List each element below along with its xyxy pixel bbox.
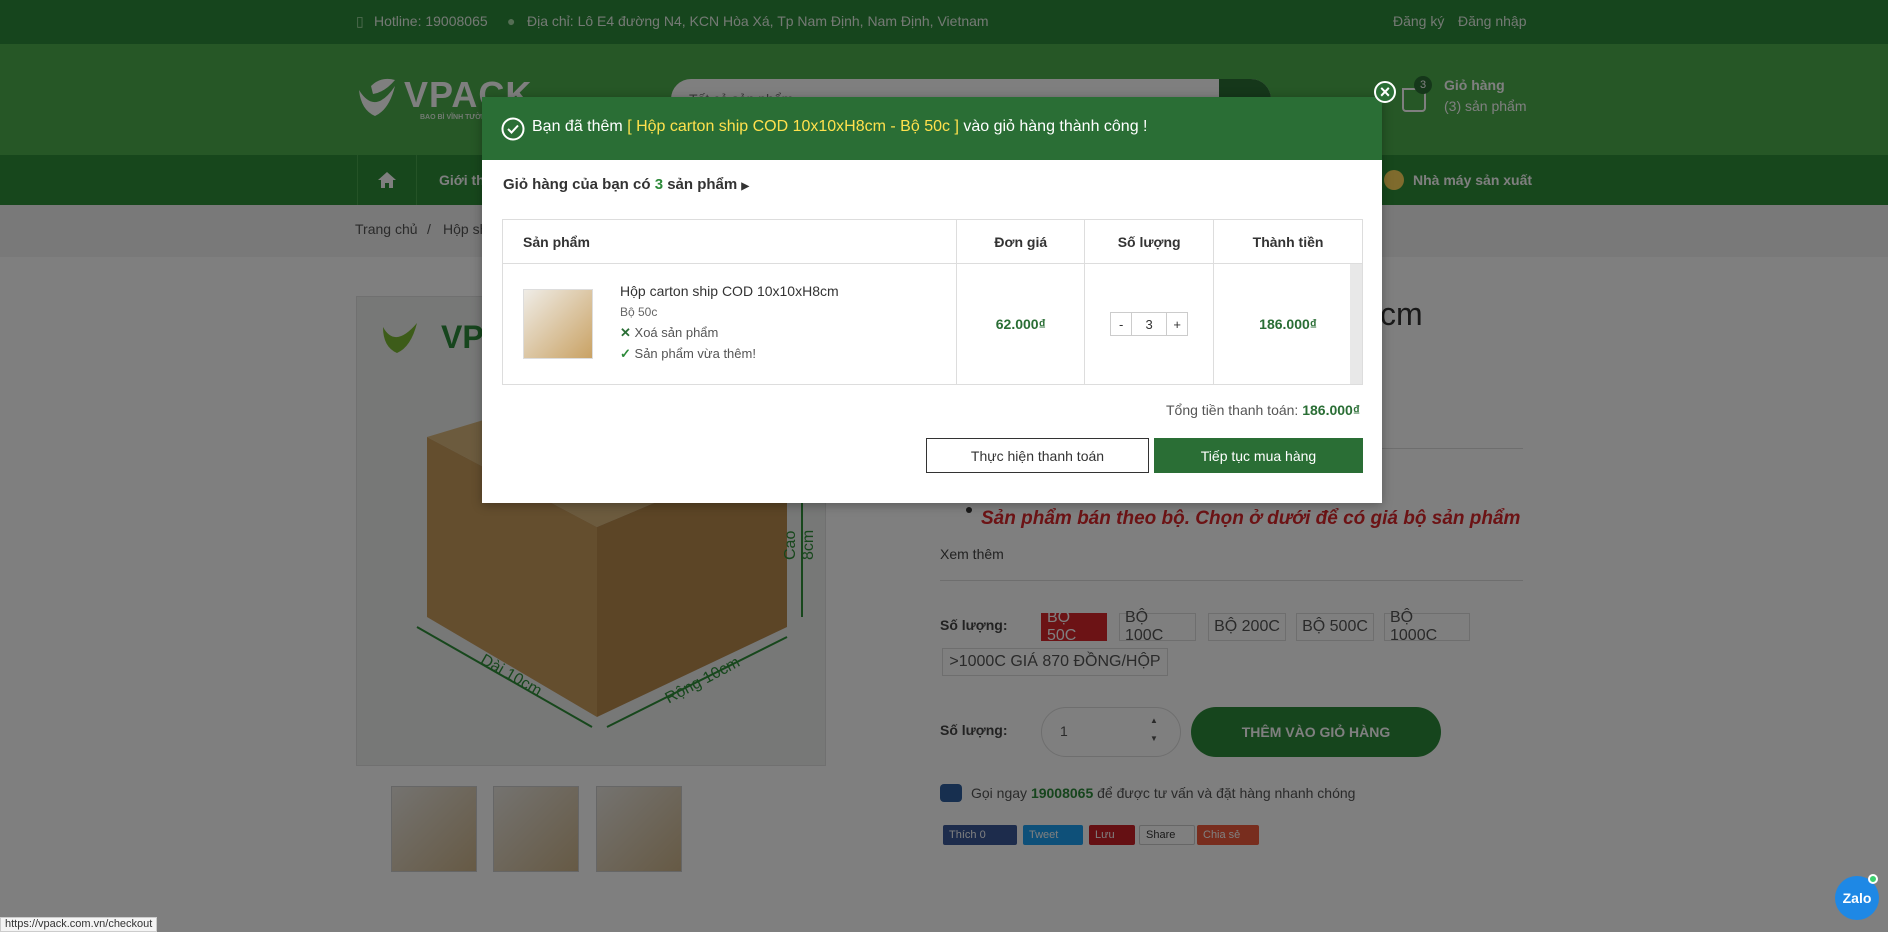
added-product-name: [ Hộp carton ship COD 10x10xH8cm - Bộ 50… [627, 118, 959, 135]
quantity-cell: - 3 + [1084, 263, 1215, 385]
check-circle-icon [501, 117, 525, 141]
added-suffix: vào giỏ hàng thành công ! [963, 118, 1148, 135]
total-row: Tổng tiền thanh toán: 186.000₫ [1166, 402, 1360, 418]
remove-item-link[interactable]: ✕ Xoá sản phẩm [620, 325, 718, 341]
status-url: https://vpack.com.vn/checkout [0, 917, 158, 932]
cart-item-name[interactable]: Hộp carton ship COD 10x10xH8cm [620, 283, 839, 299]
just-added-note: ✓ Sản phẩm vừa thêm! [620, 346, 756, 362]
table-row: Hộp carton ship COD 10x10xH8cm Bộ 50c ✕ … [501, 263, 1363, 385]
continue-shopping-button[interactable]: Tiếp tục mua hàng [1154, 438, 1363, 473]
modal-message: Bạn đã thêm [ Hộp carton ship COD 10x10x… [532, 118, 1148, 136]
cart-table: Sản phẩm Đơn giá Số lượng Thành tiền Hộp… [501, 219, 1363, 385]
modal-close-button[interactable]: × [1374, 81, 1396, 103]
remove-icon: ✕ [620, 325, 631, 340]
total-label: Tổng tiền thanh toán: [1166, 402, 1299, 418]
add-to-cart-modal: Bạn đã thêm [ Hộp carton ship COD 10x10x… [482, 97, 1382, 503]
modal-header: Bạn đã thêm [ Hộp carton ship COD 10x10x… [482, 97, 1382, 160]
online-dot-icon [1868, 874, 1878, 884]
col-unit-price: Đơn giá [956, 219, 1086, 264]
cart-summary[interactable]: Giỏ hàng của bạn có 3 sản phẩm ▶ [503, 176, 749, 193]
just-added-label: Sản phẩm vừa thêm! [634, 346, 756, 361]
qty-value[interactable]: 3 [1132, 312, 1167, 336]
added-prefix: Bạn đã thêm [532, 118, 623, 135]
col-product: Sản phẩm [501, 219, 958, 264]
caret-right-icon: ▶ [741, 181, 750, 192]
col-line-total: Thành tiền [1213, 219, 1363, 264]
checkout-button[interactable]: Thực hiện thanh toán [926, 438, 1149, 473]
check-icon: ✓ [620, 346, 631, 361]
product-cell: Hộp carton ship COD 10x10xH8cm Bộ 50c ✕ … [501, 263, 958, 385]
cart-summary-count: 3 [654, 176, 664, 193]
cart-quantity-stepper: - 3 + [1110, 312, 1189, 336]
line-total-value: 186.000₫ [1259, 316, 1317, 332]
line-total: 186.000₫ [1213, 263, 1363, 385]
qty-minus-button[interactable]: - [1110, 312, 1133, 336]
remove-label: Xoá sản phẩm [634, 325, 719, 340]
total-value: 186.000₫ [1302, 402, 1361, 418]
cart-summary-suffix: sản phẩm [667, 176, 738, 193]
cart-summary-prefix: Giỏ hàng của bạn có [503, 176, 651, 193]
qty-plus-button[interactable]: + [1166, 312, 1189, 336]
cart-item-thumbnail[interactable] [523, 289, 593, 359]
table-scrollbar[interactable] [1350, 264, 1362, 384]
col-quantity: Số lượng [1084, 219, 1215, 264]
unit-price: 62.000₫ [956, 263, 1086, 385]
cart-item-variant: Bộ 50c [620, 305, 658, 319]
